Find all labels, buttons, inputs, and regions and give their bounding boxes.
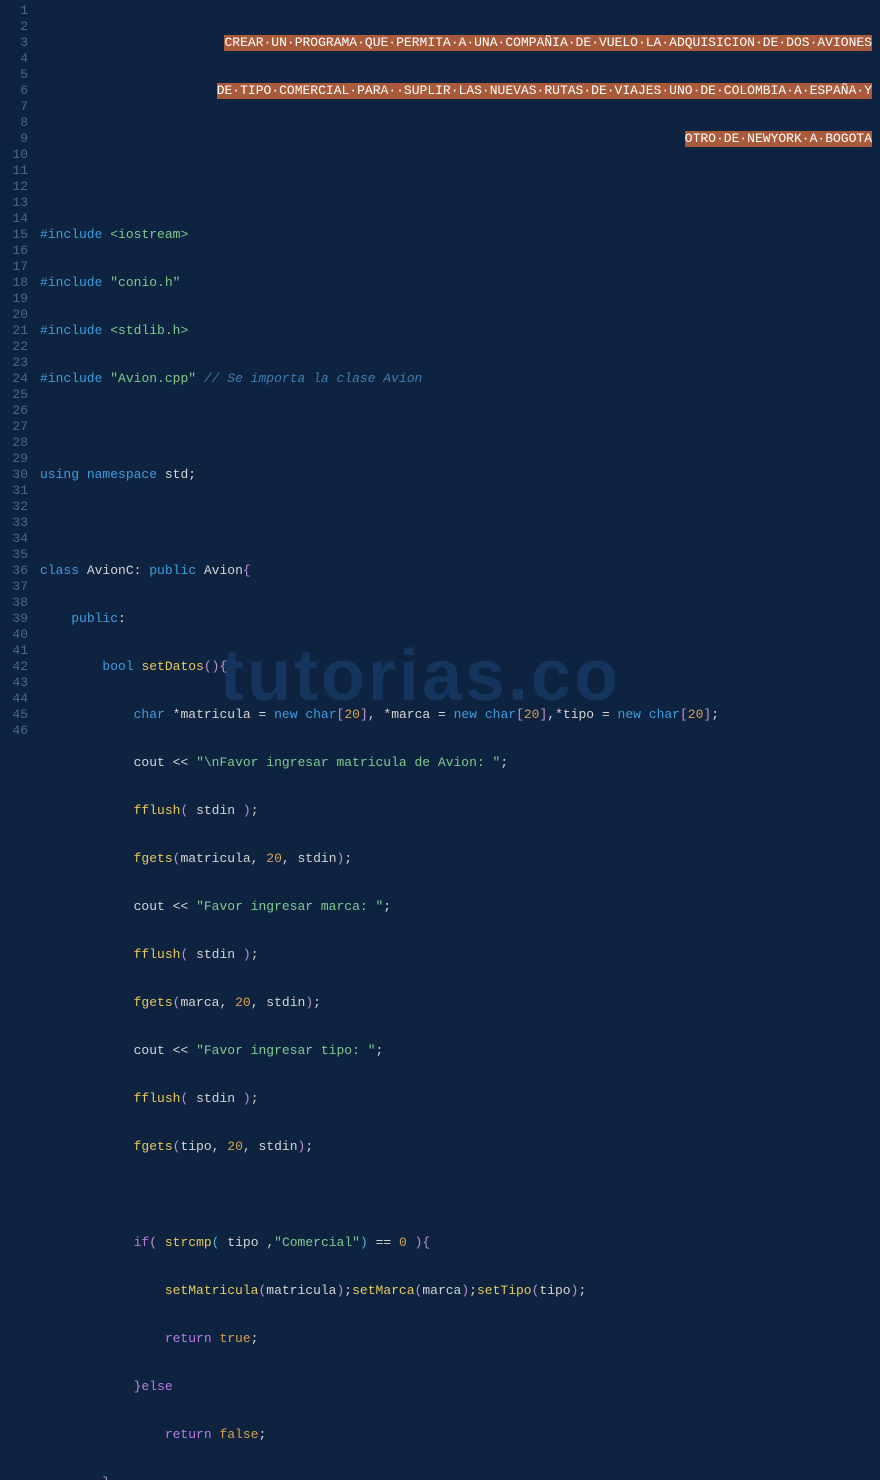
comment-header-1: CREAR·UN·PROGRAMA·QUE·PERMITA·A·UNA·COMP… <box>224 35 872 51</box>
comment-header-2: DE·TIPO·COMERCIAL·PARA··SUPLIR·LAS·NUEVA… <box>217 83 872 99</box>
comment-import: // Se importa la clase Avion <box>204 371 422 386</box>
include-iostream: <iostream> <box>110 227 188 242</box>
include-stdlib: <stdlib.h> <box>110 323 188 338</box>
code-editor[interactable]: 1234567891011121314151617181920212223242… <box>0 0 880 1480</box>
comment-header-3: OTRO·DE·NEWYORK·A·BOGOTA <box>685 131 872 147</box>
include-conio: "conio.h" <box>110 275 180 290</box>
include-kw: #include <box>40 227 102 242</box>
method-setDatos: setDatos <box>141 659 203 674</box>
include-avion: "Avion.cpp" <box>110 371 196 386</box>
line-gutter: 1234567891011121314151617181920212223242… <box>0 3 40 1480</box>
code-content[interactable]: CREAR·UN·PROGRAMA·QUE·PERMITA·A·UNA·COMP… <box>40 3 880 1480</box>
